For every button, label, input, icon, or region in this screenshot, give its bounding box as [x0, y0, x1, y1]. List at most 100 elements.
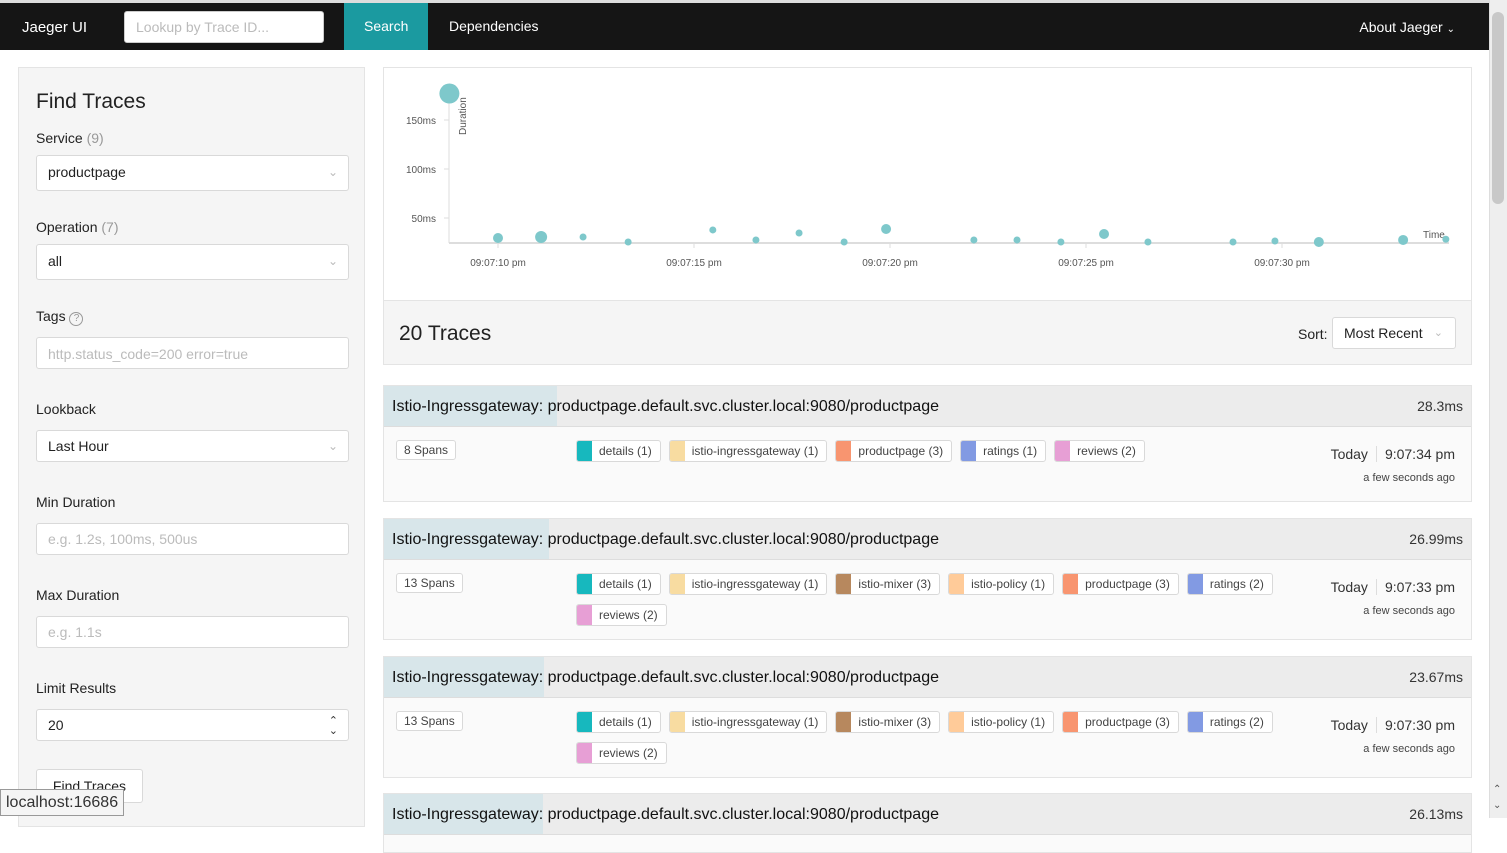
trace-name[interactable]: Istio-Ingressgateway: productpage.defaul… — [392, 669, 939, 687]
trace-relative-time: a few seconds ago — [1363, 472, 1455, 484]
x-tick-label: 09:07:20 pm — [862, 258, 918, 269]
service-tags: details (1) istio-ingressgateway (1) produ… — [576, 440, 1286, 462]
service-tag: istio-ingressgateway (1) — [668, 711, 828, 733]
y-tick-label: 150ms — [406, 116, 436, 127]
service-color-swatch — [669, 441, 685, 461]
service-tag: istio-mixer (3) — [835, 573, 941, 595]
max-duration-input[interactable]: e.g. 1.1s — [36, 616, 349, 648]
scroll-down-icon[interactable]: ⌄ — [1493, 800, 1501, 811]
trace-relative-time: a few seconds ago — [1363, 743, 1455, 755]
trace-header[interactable]: Istio-Ingressgateway: productpage.defaul… — [384, 519, 1471, 560]
service-tag: productpage (3) — [1062, 573, 1179, 595]
service-color-swatch — [949, 712, 965, 732]
results-header: 20 Traces Sort: Most Recent ⌄ — [383, 300, 1472, 365]
trace-header[interactable]: Istio-Ingressgateway: productpage.defaul… — [384, 386, 1471, 427]
stepper-icon[interactable]: ⌃ ⌄ — [329, 716, 338, 737]
trace-header[interactable]: Istio-Ingressgateway: productpage.defaul… — [384, 657, 1471, 698]
about-label: About Jaeger — [1359, 19, 1443, 35]
service-color-swatch — [577, 441, 592, 461]
service-select[interactable]: productpage ⌄ — [36, 155, 349, 191]
trace-point — [1144, 238, 1152, 246]
trace-duration: 26.99ms — [1409, 531, 1463, 547]
service-color-swatch — [836, 712, 852, 732]
trace-timestamp: Today 9:07:34 pm — [1330, 446, 1455, 462]
trace-point — [1057, 238, 1065, 246]
lookback-label: Lookback — [36, 401, 96, 417]
form-title: Find Traces — [36, 90, 146, 113]
service-color-swatch — [961, 441, 977, 461]
service-tag: productpage (3) — [835, 440, 953, 462]
service-color-swatch — [577, 574, 592, 594]
scroll-up-icon[interactable]: ⌃ — [1493, 784, 1501, 795]
operation-select[interactable]: all ⌄ — [36, 244, 349, 280]
scatter-chart: 50ms 100ms 150ms 09:07:10 pm 09:07:15 pm 09:0… — [383, 67, 1472, 300]
lookback-select[interactable]: Last Hour ⌄ — [36, 430, 349, 462]
tags-input[interactable]: http.status_code=200 error=true — [36, 337, 349, 369]
trace-item[interactable]: Istio-Ingressgateway: productpage.defaul… — [383, 793, 1472, 853]
trace-point — [493, 232, 503, 243]
max-duration-label: Max Duration — [36, 587, 120, 603]
trace-point — [439, 83, 460, 104]
min-duration-input[interactable]: e.g. 1.2s, 100ms, 500us — [36, 523, 349, 555]
operation-label: Operation (7) — [36, 219, 119, 235]
service-color-swatch — [1187, 574, 1203, 594]
service-tag: details (1) — [576, 440, 661, 462]
trace-point — [1013, 236, 1021, 244]
status-bar-url: localhost:16686 — [0, 789, 125, 816]
tags-label: Tags ? — [36, 308, 84, 326]
chevron-down-icon: ⌄ — [327, 165, 338, 179]
trace-point — [840, 238, 848, 246]
scatter-plot: 50ms 100ms 150ms 09:07:10 pm 09:07:15 pm 09:0… — [406, 83, 1450, 269]
scrollbar-thumb[interactable] — [1492, 12, 1504, 204]
trace-point — [1271, 237, 1279, 245]
service-color-swatch — [949, 574, 965, 594]
trace-name[interactable]: Istio-Ingressgateway: productpage.defaul… — [392, 806, 939, 824]
y-tick-label: 100ms — [406, 165, 436, 176]
help-icon[interactable]: ? — [69, 312, 84, 326]
scrollbar[interactable]: ⌃ ⌄ — [1489, 0, 1507, 818]
trace-point — [1398, 234, 1409, 245]
nav-search-tab[interactable]: Search — [344, 3, 429, 50]
service-tag: details (1) — [576, 711, 661, 733]
trace-item[interactable]: Istio-Ingressgateway: productpage.defaul… — [383, 385, 1472, 502]
trace-item[interactable]: Istio-Ingressgateway: productpage.defaul… — [383, 656, 1472, 778]
top-nav: Jaeger UI Search Dependencies About Jaeg… — [0, 0, 1489, 50]
sort-label: Sort: — [1298, 326, 1328, 342]
x-tick-label: 09:07:30 pm — [1254, 258, 1310, 269]
service-tags: details (1) istio-ingressgateway (1) istio… — [576, 573, 1286, 626]
service-tag: details (1) — [576, 573, 661, 595]
limit-results-input[interactable]: 20 ⌃ ⌄ — [36, 709, 349, 741]
trace-point — [709, 226, 717, 234]
y-tick-label: 50ms — [412, 214, 436, 225]
min-duration-label: Min Duration — [36, 494, 116, 510]
service-tag: ratings (2) — [1186, 573, 1273, 595]
results-count: 20 Traces — [399, 322, 492, 345]
sort-select[interactable]: Most Recent ⌄ — [1332, 317, 1456, 349]
trace-id-lookup-input[interactable] — [124, 11, 324, 43]
trace-duration: 23.67ms — [1409, 669, 1463, 685]
service-tag: istio-policy (1) — [948, 573, 1055, 595]
trace-point — [1099, 228, 1110, 239]
trace-header[interactable]: Istio-Ingressgateway: productpage.defaul… — [384, 794, 1471, 835]
trace-name[interactable]: Istio-Ingressgateway: productpage.defaul… — [392, 531, 939, 549]
trace-point — [970, 236, 978, 244]
trace-duration: 28.3ms — [1417, 398, 1463, 414]
service-color-swatch — [577, 743, 592, 763]
service-tags: details (1) istio-ingressgateway (1) istio… — [576, 711, 1286, 764]
nav-dependencies-tab[interactable]: Dependencies — [429, 3, 559, 50]
service-color-swatch — [1055, 441, 1071, 461]
trace-timestamp: Today 9:07:30 pm — [1330, 717, 1455, 733]
service-tag: istio-ingressgateway (1) — [668, 440, 828, 462]
service-tag: istio-ingressgateway (1) — [668, 573, 828, 595]
limit-results-label: Limit Results — [36, 680, 117, 696]
x-tick-label: 09:07:25 pm — [1058, 258, 1114, 269]
span-count-badge: 13 Spans — [396, 573, 463, 593]
trace-name[interactable]: Istio-Ingressgateway: productpage.defaul… — [392, 398, 939, 416]
brand-link[interactable]: Jaeger UI — [22, 19, 87, 36]
trace-point — [624, 238, 632, 246]
service-color-swatch — [669, 712, 685, 732]
trace-duration: 26.13ms — [1409, 806, 1463, 822]
about-menu[interactable]: About Jaeger ⌄ — [1359, 19, 1455, 35]
trace-item[interactable]: Istio-Ingressgateway: productpage.defaul… — [383, 518, 1472, 640]
search-form: Find Traces Service (9) productpage ⌄ Ope… — [18, 67, 365, 827]
